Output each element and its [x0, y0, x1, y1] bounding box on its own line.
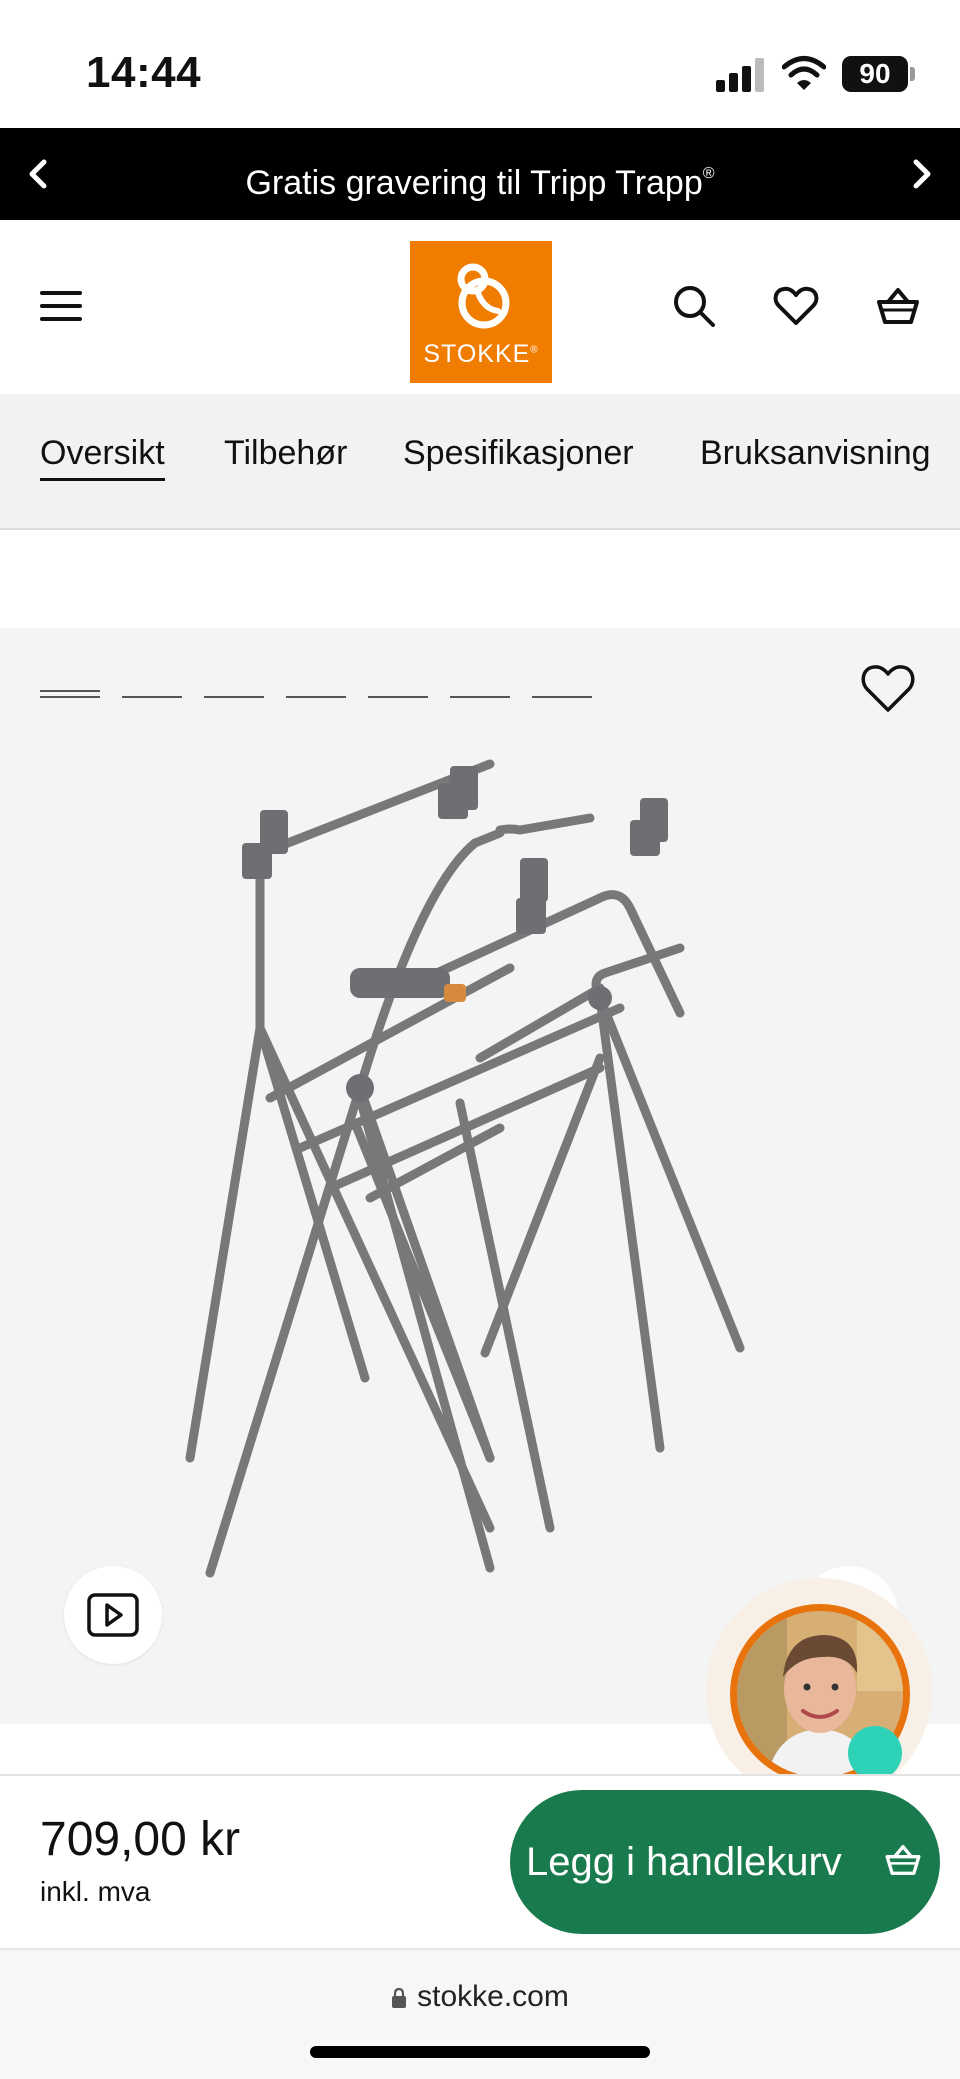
menu-icon[interactable]: [38, 286, 84, 326]
stokke-logo[interactable]: STOKKE®: [410, 241, 552, 383]
battery-indicator: 90: [842, 56, 908, 92]
product-gallery[interactable]: [0, 628, 960, 1724]
wifi-icon: [782, 56, 826, 90]
site-header: STOKKE®: [0, 220, 960, 394]
favorite-heart-icon[interactable]: [858, 658, 918, 718]
gallery-dot-1[interactable]: [40, 688, 100, 700]
tab-bruksanvisning[interactable]: Bruksanvisning: [700, 434, 931, 473]
battery-cap: [910, 67, 915, 81]
add-to-cart-button[interactable]: Legg i handlekurv: [510, 1790, 940, 1934]
url-text: stokke.com: [417, 1980, 569, 2013]
product-image-stand: [185, 759, 745, 1578]
gallery-dot-2[interactable]: [122, 688, 182, 700]
gallery-dot-7[interactable]: [532, 688, 592, 700]
heart-icon[interactable]: [772, 282, 820, 330]
product-price: 709,00 kr: [40, 1813, 241, 1866]
status-time: 14:44: [86, 48, 202, 97]
basket-icon[interactable]: [874, 282, 922, 330]
registered-mark: ®: [702, 165, 715, 182]
tab-spesifikasjoner[interactable]: Spesifikasjoner: [403, 434, 634, 473]
gallery-dot-3[interactable]: [204, 688, 264, 700]
promo-text[interactable]: Gratis gravering til Tripp Trapp®: [0, 128, 960, 229]
logo-text: STOKKE®: [423, 340, 539, 368]
gallery-dot-5[interactable]: [368, 688, 428, 700]
chevron-right-icon[interactable]: [898, 150, 946, 198]
tab-tilbehor[interactable]: Tilbehør: [224, 434, 347, 473]
basket-icon: [885, 1845, 921, 1875]
play-video-button[interactable]: [64, 1566, 162, 1664]
url-display[interactable]: stokke.com: [0, 1980, 960, 2014]
gallery-dot-6[interactable]: [450, 688, 510, 700]
promo-banner[interactable]: Gratis gravering til Tripp Trapp®: [0, 128, 960, 220]
tab-oversikt[interactable]: Oversikt: [40, 434, 165, 481]
stokke-logo-mark-icon: [457, 263, 510, 329]
status-bar: 14:44 90: [0, 0, 960, 128]
add-to-cart-label: Legg i handlekurv: [526, 1840, 842, 1884]
gallery-dot-4[interactable]: [286, 688, 346, 700]
product-nav-tabs: Oversikt Tilbehør Spesifikasjoner Bruksa…: [0, 394, 960, 530]
play-video-icon: [87, 1593, 139, 1637]
browser-url-bar[interactable]: stokke.com: [0, 1948, 960, 2079]
purchase-bar: 709,00 kr inkl. mva Legg i handlekurv: [0, 1774, 960, 1948]
cellular-signal-icon: [716, 58, 764, 92]
chat-online-indicator: [848, 1726, 902, 1780]
lock-icon: [392, 1988, 407, 2008]
price-vat-note: inkl. mva: [40, 1876, 151, 1907]
logo-registered-mark: ®: [530, 344, 539, 356]
home-indicator[interactable]: [310, 2046, 650, 2058]
search-icon[interactable]: [670, 282, 718, 330]
